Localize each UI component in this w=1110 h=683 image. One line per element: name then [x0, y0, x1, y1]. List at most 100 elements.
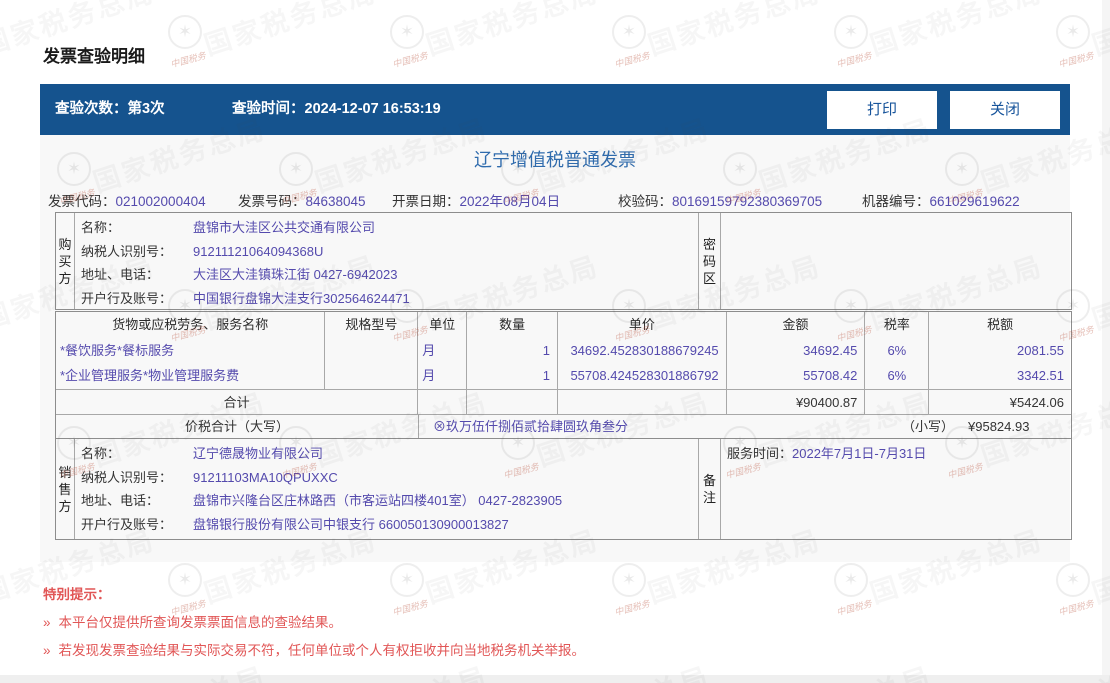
item-tax: 2081.55	[1017, 343, 1064, 358]
seller-name-row: 名称： 辽宁德晟物业有限公司	[81, 442, 698, 466]
seller-section: 销售方 名称： 辽宁德晟物业有限公司 纳税人识别号： 91211103MA10QPU…	[55, 438, 1072, 540]
item-name: *餐饮服务*餐标服务	[56, 338, 326, 363]
buyer-bank-label: 开户行及账号：	[81, 290, 173, 306]
watermark-text: 国家税务总局	[866, 0, 1048, 61]
horizontal-scrollbar[interactable]	[0, 675, 1110, 683]
item-tax-rate: 6%	[865, 338, 930, 363]
machine-number-label: 机器编号：	[862, 194, 930, 209]
invoice-number-label: 发票号码：	[238, 194, 306, 209]
watermark-text: 国家税务总局	[422, 0, 604, 61]
item-qty: 1	[467, 338, 558, 363]
check-code-value: 80169159792380369705	[672, 194, 823, 209]
china-tax-stamp-watermark: 中国税务	[391, 598, 429, 618]
buyer-address-row: 地址、电话： 大洼区大洼镇珠江街 0427-6942023	[81, 263, 698, 287]
buyer-address-value: 大洼区大洼镇珠江街 0427-6942023	[193, 267, 398, 282]
invoice-date-value: 2022年08月04日	[459, 194, 561, 209]
tax-emblem-watermark-icon: ✶	[1056, 15, 1090, 49]
password-area	[721, 213, 1071, 309]
invoice-code-label: 发票代码：	[48, 194, 116, 209]
items-body: 货物或应税劳务、服务名称 规格型号 单位 数量 单价 金额 税率 税额 *餐饮服…	[56, 312, 1071, 390]
vertical-scrollbar[interactable]	[1102, 0, 1110, 675]
seller-bank-label: 开户行及账号：	[81, 516, 173, 532]
item-unit: 月	[418, 338, 468, 363]
service-time-value: 2022年7月1日-7月31日	[792, 446, 927, 461]
tax-emblem-watermark-icon: ✶	[390, 15, 424, 49]
seller-bank-row: 开户行及账号： 盘锦银行股份有限公司中银支行 660050130900013827	[81, 513, 698, 537]
total-amount: ¥90400.87	[727, 390, 866, 414]
buyer-taxid-value: 91211121064094368U	[193, 243, 324, 259]
seller-name-label: 名称：	[81, 446, 121, 461]
notice-text: 若发现发票查验结果与实际交易不符，任何单位或个人有权拒收并向当地税务机关举报。	[58, 643, 586, 658]
remark-side-label: 备注	[699, 439, 721, 539]
header-unit: 单位	[418, 312, 468, 338]
header-price: 单价	[558, 312, 727, 338]
buyer-taxid-row: 纳税人识别号： 91211121064094368U	[81, 240, 698, 264]
buyer-side-label: 购买方	[56, 213, 75, 309]
buyer-side-label-text: 购买方	[58, 236, 72, 286]
notice-bullet: »	[43, 615, 51, 630]
check-time-value: 2024-12-07 16:53:19	[304, 101, 441, 117]
machine-number-value: 661029619622	[929, 194, 1020, 209]
items-header-row: 货物或应税劳务、服务名称 规格型号 单位 数量 单价 金额 税率 税额	[56, 312, 1071, 338]
items-table: 货物或应税劳务、服务名称 规格型号 单位 数量 单价 金额 税率 税额 *餐饮服…	[55, 311, 1072, 439]
china-tax-stamp-watermark: 中国税务	[835, 50, 873, 70]
china-tax-stamp-watermark: 中国税务	[169, 50, 207, 70]
china-tax-stamp-watermark: 中国税务	[1057, 598, 1095, 618]
close-button[interactable]: 关闭	[950, 91, 1060, 129]
seller-bank-value: 盘锦银行股份有限公司中银支行 660050130900013827	[193, 516, 509, 532]
invoice-number-value: 84638045	[305, 194, 366, 209]
seller-side-label: 销售方	[56, 439, 75, 539]
seller-address-label: 地址、电话：	[81, 493, 160, 508]
buyer-name-value: 盘锦市大洼区公共交通有限公司	[193, 220, 376, 235]
total-label: 合计	[56, 390, 419, 414]
check-code: 校验码：80169159792380369705	[618, 190, 822, 210]
password-area-label-text: 密码区	[702, 236, 716, 286]
grand-total-lowercase-label: （小写）	[902, 419, 955, 434]
item-price: 55708.424528301886792	[558, 363, 727, 388]
total-empty-cell	[865, 390, 930, 414]
item-name: *企业管理服务*物业管理服务费	[56, 363, 326, 388]
watermark-text: 国家税务总局	[200, 0, 382, 61]
seller-taxid-label: 纳税人识别号：	[81, 469, 173, 485]
item-amount: 55708.42	[727, 363, 866, 388]
item-spec	[325, 338, 419, 363]
header-spec: 规格型号	[325, 312, 419, 338]
notice-item: » 本平台仅提供所查询发票票面信息的查验结果。	[43, 611, 342, 631]
invoice-date: 开票日期：2022年08月04日	[392, 190, 560, 210]
item-tax: 3342.51	[1017, 368, 1064, 383]
check-count-value: 第3次	[127, 101, 165, 117]
header-tax: 税额	[987, 317, 1014, 332]
notice-text: 本平台仅提供所查询发票票面信息的查验结果。	[58, 615, 343, 630]
item-row: *餐饮服务*餐标服务 月 1 34692.452830188679245 346…	[56, 338, 1071, 363]
tax-emblem-watermark-icon: ✶	[612, 15, 646, 49]
buyer-name-label: 名称：	[81, 220, 121, 235]
header-amount: 金额	[727, 312, 866, 338]
item-spec	[325, 363, 419, 388]
china-tax-stamp-watermark: 中国税务	[613, 598, 651, 618]
item-amount: 34692.45	[727, 338, 866, 363]
seller-side-label-text: 销售方	[58, 464, 72, 514]
machine-number: 机器编号：661029619622	[862, 190, 1020, 210]
header-item-name: 货物或应税劳务、服务名称	[56, 312, 326, 338]
seller-taxid-value: 91211103MA10QPUXXC	[193, 469, 338, 485]
check-count: 查验次数：第3次	[55, 84, 165, 135]
buyer-address-label: 地址、电话：	[81, 267, 160, 282]
tax-emblem-watermark-icon: ✶	[834, 15, 868, 49]
item-unit: 月	[418, 363, 468, 388]
seller-address-row: 地址、电话： 盘锦市兴隆台区庄林路西（市客运站四楼401室） 0427-28239…	[81, 489, 698, 513]
china-tax-stamp-watermark: 中国税务	[613, 50, 651, 70]
print-button[interactable]: 打印	[827, 91, 937, 129]
grand-total-value-cell: ⊗玖万伍仟捌佰贰拾肆圆玖角叁分 （小写） ¥95824.93	[419, 415, 1071, 438]
buyer-name-row: 名称： 盘锦市大洼区公共交通有限公司	[81, 216, 698, 240]
china-tax-stamp-watermark: 中国税务	[835, 598, 873, 618]
password-area-label: 密码区	[699, 213, 721, 309]
total-empty-cell	[467, 390, 558, 414]
check-time-label: 查验时间：	[232, 101, 305, 117]
total-empty-cell	[418, 390, 468, 414]
item-qty: 1	[467, 363, 558, 388]
seller-name-value: 辽宁德晟物业有限公司	[193, 446, 324, 461]
header-qty: 数量	[467, 312, 559, 338]
watermark-tile: ✶中国税务国家税务总局	[1050, 0, 1110, 92]
invoice-title: 辽宁增值税普通发票	[474, 150, 636, 170]
buyer-taxid-label: 纳税人识别号：	[81, 243, 173, 259]
